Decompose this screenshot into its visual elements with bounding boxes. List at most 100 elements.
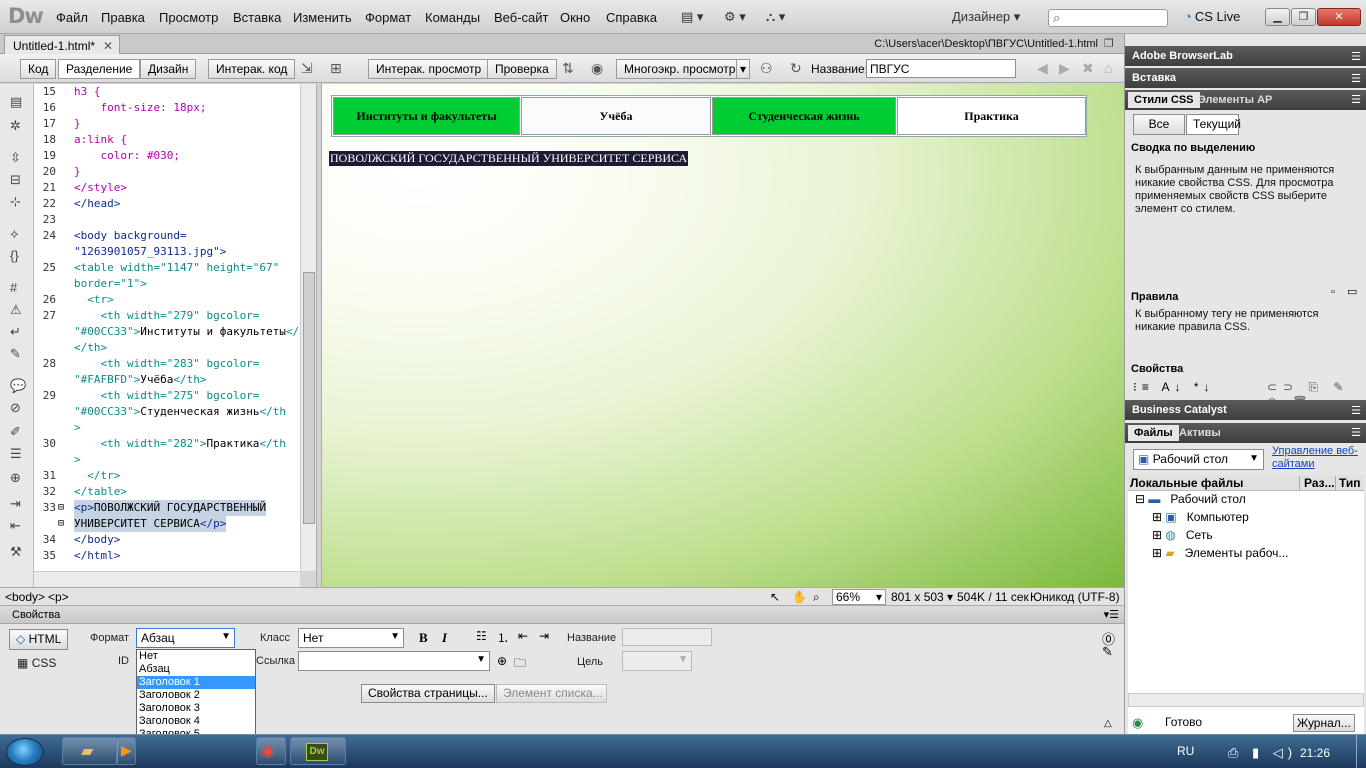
select-parent-tag-icon[interactable]: ⟡ [10,226,19,242]
refresh-icon[interactable]: ↻ [790,60,802,77]
zoom-tool-icon[interactable]: ⌕ [813,590,820,605]
code-line[interactable]: 34 </body> [34,532,300,548]
menu-window[interactable]: Окно [560,10,590,25]
format-option[interactable]: Абзац [137,663,255,676]
panel-menu-icon[interactable]: ☰ [1351,72,1361,85]
indent-icon[interactable]: ⇥ [10,496,21,512]
clock[interactable]: 21:26 [1300,746,1330,760]
code-line[interactable]: 23 [34,212,300,228]
home-icon[interactable]: ⌂ [1104,60,1112,76]
language-indicator[interactable]: RU [1177,744,1194,758]
format-select[interactable]: Абзац ▼ [136,628,235,648]
outdent-icon[interactable]: ⇤ [518,629,528,643]
multiscreen-dropdown[interactable]: ▾ [736,59,751,79]
extend-icon[interactable]: ⚙ ▾ [724,9,746,25]
design-view-button[interactable]: Дизайн [140,59,197,79]
code-line[interactable]: 31 </tr> [34,468,300,484]
tree-item-computer[interactable]: ⊞ ▣ Компьютер [1152,510,1249,524]
browse-folder-icon[interactable]: 🗀 [514,654,526,675]
panel-menu-icon[interactable]: ☰ [1351,404,1361,417]
restore-doc-icon[interactable]: ❐ [1104,37,1114,50]
class-select[interactable]: Нет ▼ [298,628,404,648]
balance-braces-icon[interactable]: {} [10,248,19,263]
quick-tag-editor-icon[interactable]: ✎ [1102,644,1113,660]
code-line[interactable]: 33 ⊟ <p>ПОВОЛЖСКИЙ ГОСУДАРСТВЕННЫЙ [34,500,300,516]
multiscreen-button[interactable]: Многоэкр. просмотр [616,59,744,79]
css-mode-button[interactable]: ▦ CSS [17,656,56,670]
code-vertical-scrollbar[interactable] [300,84,316,571]
nav-cell-institutes[interactable]: Институты и факультеты [333,97,520,135]
panel-menu-icon[interactable]: ☰ [1351,93,1361,106]
highlight-invalid-icon[interactable]: ⚠ [10,302,22,318]
expand-all-icon[interactable]: ⊹ [10,194,21,210]
apply-comment-icon[interactable]: 💬 [10,378,26,394]
menu-format[interactable]: Формат [365,10,411,25]
close-window-button[interactable]: ✕ [1317,8,1361,26]
code-line[interactable]: > [34,420,300,436]
code-line[interactable]: 32 </table> [34,484,300,500]
layout-icon[interactable]: ▤ ▾ [681,9,703,25]
browserlab-panel-header[interactable]: Adobe BrowserLab ☰ [1125,46,1366,66]
code-line[interactable]: 15 h3 { [34,84,300,100]
tab-files[interactable]: Файлы [1128,425,1179,441]
code-line[interactable]: 24 <body background= [34,228,300,244]
code-horizontal-scrollbar[interactable] [34,571,300,587]
collapse-selection-icon[interactable]: ⊟ [10,172,21,188]
col-size[interactable]: Раз... [1299,476,1335,490]
tab-assets[interactable]: Активы [1173,425,1227,441]
code-view-button[interactable]: Код [20,59,57,79]
taskbar-explorer[interactable]: ▰ [62,737,118,765]
university-heading[interactable]: ПОВОЛЖСКИЙ ГОСУДАРСТВЕННЫЙ УНИВЕРСИТЕТ С… [329,151,689,166]
menu-edit[interactable]: Правка [101,10,145,25]
code-view[interactable]: 15 h3 {16 font-size: 18px; 17} 18 a:link {19… [34,84,300,571]
taskbar-chrome[interactable]: ◉ [256,737,286,765]
maximize-button[interactable]: ❐ [1291,8,1316,26]
tab-ap-elements[interactable]: Элементы AP [1192,92,1278,108]
code-line[interactable]: "1263901057_93113.jpg"> [34,244,300,260]
code-line[interactable]: 26 <tr> [34,292,300,308]
split-view-button[interactable]: Разделение [58,59,141,79]
menu-commands[interactable]: Команды [425,10,480,25]
insert-panel-header[interactable]: Вставка ☰ [1125,68,1366,88]
files-horizontal-scrollbar[interactable] [1128,693,1364,707]
forward-icon[interactable]: ▶ [1059,60,1070,77]
check-button[interactable]: Проверка [487,59,557,79]
show-desktop-button[interactable] [1356,734,1366,768]
word-wrap-icon[interactable]: ↵ [10,324,21,340]
page-properties-button[interactable]: Свойства страницы... [361,684,495,703]
italic-button[interactable]: I [442,630,447,646]
file-transfer-icon[interactable]: ⇅ [562,60,574,77]
fold-icon[interactable]: ⊟ [58,500,64,516]
tag-selector-body[interactable]: <body> [5,590,45,604]
remove-comment-icon[interactable]: ⊘ [10,400,21,416]
indent-icon[interactable]: ⇥ [539,629,549,643]
code-line[interactable]: 21 </style> [34,180,300,196]
menu-site[interactable]: Веб-сайт [494,10,548,25]
window-size[interactable]: 801 x 503 ▾ [891,590,953,604]
tray-icons[interactable]: ⎙ ▮ ◁) [1228,745,1297,761]
code-line[interactable]: 19 color: #030; [34,148,300,164]
recent-snippets-icon[interactable]: ☰ [10,446,22,462]
collapse-tag-icon[interactable]: ⇳ [10,150,21,166]
inspect-icon[interactable]: ⇲ [301,60,313,77]
link-input[interactable]: ▼ [298,651,490,671]
taskbar-dreamweaver[interactable]: Dw [290,737,346,765]
nav-cell-study[interactable]: Учёба [521,97,711,135]
code-line[interactable]: 17} [34,116,300,132]
scrollbar-thumb[interactable] [303,272,315,524]
preview-browser-icon[interactable]: ◉ [591,60,603,77]
cs-live-button[interactable]: ◔ CS Live [1184,9,1240,24]
help-search-input[interactable]: ⌕ [1048,9,1168,27]
code-line[interactable]: border="1"> [34,276,300,292]
unordered-list-icon[interactable]: ☷ [476,629,487,643]
format-option[interactable]: Заголовок 4 [137,715,255,728]
code-line[interactable]: 35 </html> [34,548,300,564]
code-line[interactable]: "#FAFBFD">Учёба</th> [34,372,300,388]
log-button[interactable]: Журнал... [1293,714,1355,732]
site-select[interactable]: ▣ Рабочий стол ▼ [1133,449,1264,470]
format-source-icon[interactable]: ⚒ [10,544,22,560]
start-button[interactable] [6,738,44,766]
tree-item-desktop-items[interactable]: ⊞ ▰ Элементы рабоч... [1152,546,1288,560]
about-rule-icon[interactable]: ▫ [1331,286,1335,298]
category-view-icon[interactable]: ⁝≡ A↓ *↓ [1133,380,1215,394]
